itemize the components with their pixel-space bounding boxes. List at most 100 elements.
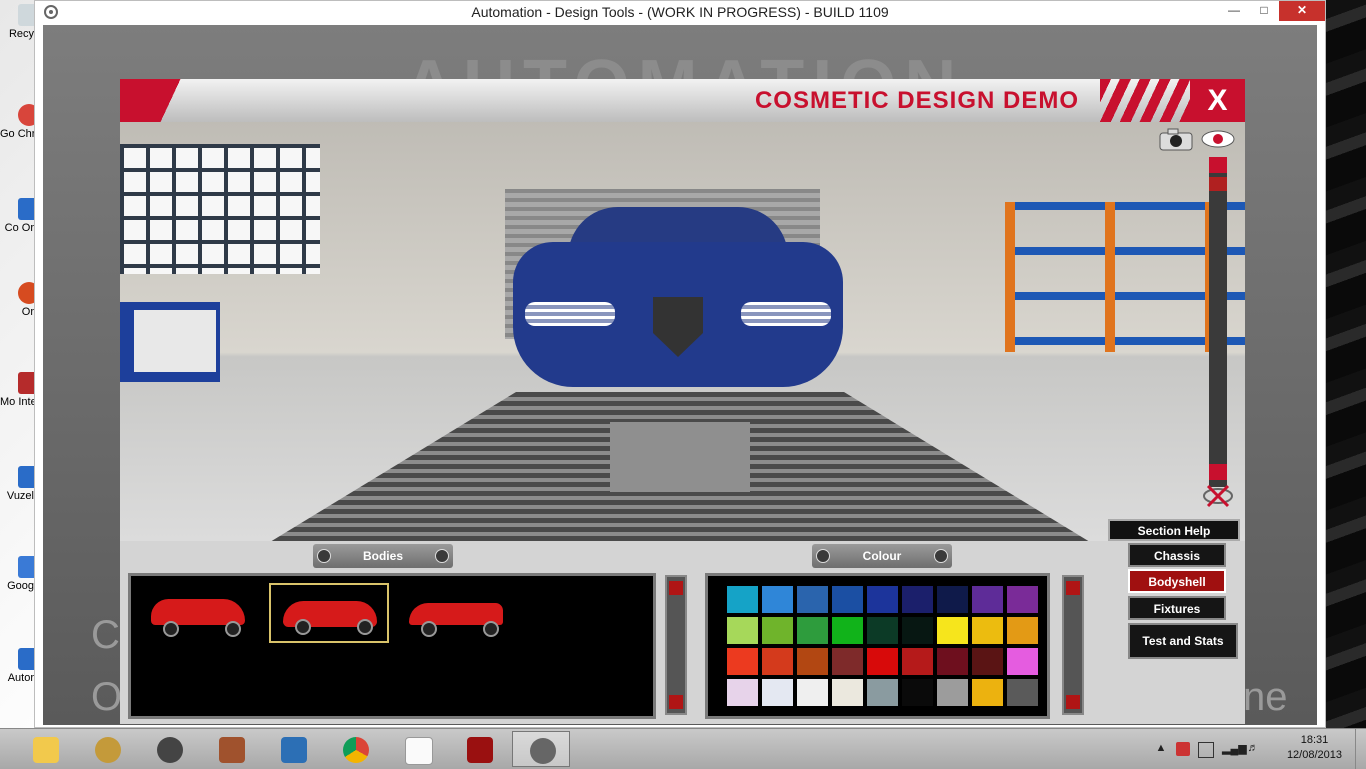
background-text: O [91,675,123,719]
colour-swatch[interactable] [902,617,933,644]
zoom-scrollbar[interactable] [1209,157,1227,487]
taskbar-app-1[interactable] [78,731,136,767]
taskbar-file-explorer[interactable] [16,731,74,767]
signal-icon[interactable]: ▂▄▆ [1222,742,1247,756]
taskbar-app-3[interactable] [202,731,260,767]
colour-scrollbar[interactable] [1062,575,1084,715]
security-icon[interactable] [1176,742,1190,756]
app-icon [95,737,121,763]
taskbar-automation[interactable] [512,731,570,767]
colour-swatch[interactable] [972,679,1003,706]
colour-swatch[interactable] [797,648,828,675]
colour-swatch[interactable] [937,679,968,706]
scroll-up-button[interactable] [669,581,683,595]
colour-swatch[interactable] [972,617,1003,644]
cabinet-door [134,310,216,372]
colour-swatch[interactable] [762,586,793,613]
colour-swatch[interactable] [727,648,758,675]
colour-swatch[interactable] [797,586,828,613]
scroll-up-button[interactable] [1209,157,1227,173]
colour-label: Colour [862,549,902,563]
chrome-icon [343,737,369,763]
colour-swatch[interactable] [937,648,968,675]
scroll-thumb[interactable] [1209,177,1227,191]
taskbar-app-6[interactable] [450,731,508,767]
hide-eye-icon[interactable] [1202,484,1234,508]
colour-swatch[interactable] [727,679,758,706]
bodies-scrollbar[interactable] [665,575,687,715]
desktop-icon-label: Vuzel [6,490,34,502]
colour-swatch[interactable] [797,679,828,706]
colour-swatch[interactable] [1007,679,1038,706]
scroll-down-button[interactable] [1066,695,1080,709]
colour-swatch[interactable] [832,648,863,675]
colour-swatch[interactable] [937,586,968,613]
fixtures-button[interactable]: Fixtures [1128,596,1226,620]
section-help-button[interactable]: Section Help [1108,519,1240,541]
colour-tab: Colour [812,544,952,568]
document-app-icon [219,737,245,763]
body-option-hatchback[interactable] [139,583,259,643]
file-icon [405,737,433,765]
colour-swatch[interactable] [832,586,863,613]
cosmetic-design-panel: COSMETIC DESIGN DEMO X Section Help Bodi… [120,79,1245,724]
colour-swatch[interactable] [762,679,793,706]
taskbar-app-5[interactable] [388,731,446,767]
chassis-button[interactable]: Chassis [1128,543,1226,567]
colour-swatch[interactable] [867,679,898,706]
scroll-down-button[interactable] [1209,464,1227,480]
taskbar-app-4[interactable] [264,731,322,767]
app-client-area: AUTOMATION C O ne COSMETIC DESIGN DEMO X [43,25,1317,725]
scroll-up-button[interactable] [1066,581,1080,595]
taskbar-chrome[interactable] [326,731,384,767]
body-option-coupe[interactable] [397,583,517,643]
window-title: Automation - Design Tools - (WORK IN PRO… [471,4,889,20]
colour-swatch[interactable] [1007,586,1038,613]
colour-swatch[interactable] [902,586,933,613]
panel-title: COSMETIC DESIGN DEMO [754,87,1079,114]
colour-swatch[interactable] [727,586,758,613]
app-window: Automation - Design Tools - (WORK IN PRO… [34,0,1326,728]
bodyshell-button[interactable]: Bodyshell [1128,569,1226,593]
colour-swatch[interactable] [1007,648,1038,675]
camera-icon[interactable] [1158,127,1194,151]
colour-swatch[interactable] [1007,617,1038,644]
body-option-sedan[interactable] [269,583,389,643]
scroll-down-button[interactable] [669,695,683,709]
wheel [421,621,437,637]
title-bar[interactable]: Automation - Design Tools - (WORK IN PRO… [35,1,1325,25]
colour-swatch[interactable] [797,617,828,644]
taskbar: ▲ ▂▄▆ ♬ 18:31 12/08/2013 [0,728,1366,769]
volume-icon[interactable]: ♬ [1246,742,1260,756]
header-stripes [1100,79,1190,122]
colour-swatch[interactable] [867,648,898,675]
colour-swatch[interactable] [832,679,863,706]
battery-icon[interactable] [1198,742,1214,758]
taskbar-app-2[interactable] [140,731,198,767]
automation-icon [530,738,556,764]
test-and-stats-button[interactable]: Test and Stats [1128,623,1238,659]
colour-swatch[interactable] [937,617,968,644]
colour-swatch[interactable] [902,679,933,706]
close-button[interactable]: ✕ [1279,1,1325,21]
3d-viewport[interactable] [120,122,1245,541]
colour-swatch[interactable] [972,648,1003,675]
colour-swatch[interactable] [727,617,758,644]
colour-swatch[interactable] [972,586,1003,613]
car-grille-right [741,302,831,326]
show-desktop-button[interactable] [1355,729,1366,769]
eye-icon[interactable] [1200,127,1236,151]
minimize-button[interactable]: — [1219,1,1249,21]
panel-close-button[interactable]: X [1190,79,1245,122]
clock[interactable]: 18:31 12/08/2013 [1287,733,1342,763]
chevron-up-icon[interactable]: ▲ [1154,742,1168,756]
colour-swatch[interactable] [832,617,863,644]
colour-swatch[interactable] [762,648,793,675]
maximize-button[interactable]: □ [1249,1,1279,21]
colour-swatch[interactable] [902,648,933,675]
colour-swatch[interactable] [867,617,898,644]
speaker-icon [157,737,183,763]
colour-swatch[interactable] [867,586,898,613]
car-body [513,242,843,387]
colour-swatch[interactable] [762,617,793,644]
